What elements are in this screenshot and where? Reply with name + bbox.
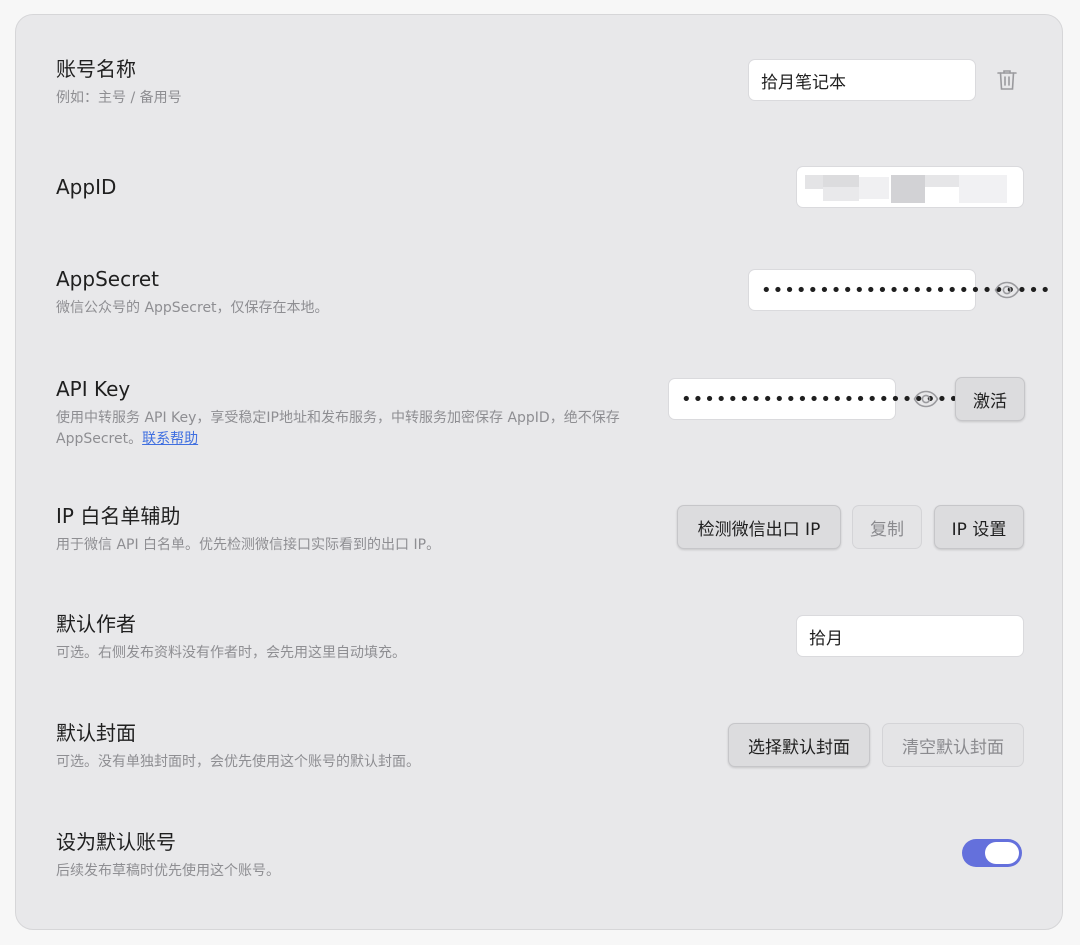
default-author-input[interactable]: 拾月	[796, 615, 1024, 657]
default-cover-title: 默认封面	[56, 721, 136, 745]
default-cover-desc: 可选。没有单独封面时，会优先使用这个账号的默认封面。	[56, 754, 420, 770]
ip-settings-button[interactable]: IP 设置	[934, 505, 1024, 549]
appid-input[interactable]	[796, 166, 1024, 208]
activate-button[interactable]: 激活	[955, 377, 1025, 421]
default-account-desc: 后续发布草稿时优先使用这个账号。	[56, 863, 280, 879]
api-key-desc: 使用中转服务 API Key，享受稳定IP地址和发布服务，中转服务加密保存 Ap…	[56, 410, 620, 447]
account-name-input[interactable]: 拾月笔记本	[748, 59, 976, 101]
default-author-title: 默认作者	[56, 612, 136, 636]
default-author-desc: 可选。右侧发布资料没有作者时，会先用这里自动填充。	[56, 645, 406, 661]
appsecret-desc: 微信公众号的 AppSecret，仅保存在本地。	[56, 300, 329, 316]
default-account-title: 设为默认账号	[56, 830, 176, 854]
choose-cover-button[interactable]: 选择默认封面	[728, 723, 870, 767]
api-key-title: API Key	[56, 377, 131, 401]
trash-icon[interactable]	[987, 60, 1027, 100]
help-link[interactable]: 联系帮助	[142, 431, 198, 447]
toggle-knob	[985, 842, 1019, 864]
copy-button[interactable]: 复制	[852, 505, 922, 549]
ip-whitelist-desc: 用于微信 API 白名单。优先检测微信接口实际看到的出口 IP。	[56, 537, 441, 553]
redacted-appid	[797, 167, 1023, 207]
eye-icon[interactable]	[906, 379, 946, 419]
api-key-input[interactable]: •••••••••••••••••••••••••	[668, 378, 970, 420]
account-settings-panel: 账号名称 例如：主号 / 备用号 拾月笔记本 AppID AppSecret 微…	[15, 14, 1063, 930]
ip-whitelist-title: IP 白名单辅助	[56, 504, 181, 528]
account-name-desc: 例如：主号 / 备用号	[56, 90, 182, 106]
appsecret-input[interactable]: •••••••••••••••••••••••••	[748, 269, 1050, 311]
detect-ip-button[interactable]: 检测微信出口 IP	[677, 505, 841, 549]
default-account-toggle[interactable]	[962, 839, 1022, 867]
appid-title: AppID	[56, 175, 117, 199]
clear-cover-button[interactable]: 清空默认封面	[882, 723, 1024, 767]
eye-icon[interactable]	[987, 270, 1027, 310]
account-name-title: 账号名称	[56, 57, 136, 81]
appsecret-title: AppSecret	[56, 267, 159, 291]
